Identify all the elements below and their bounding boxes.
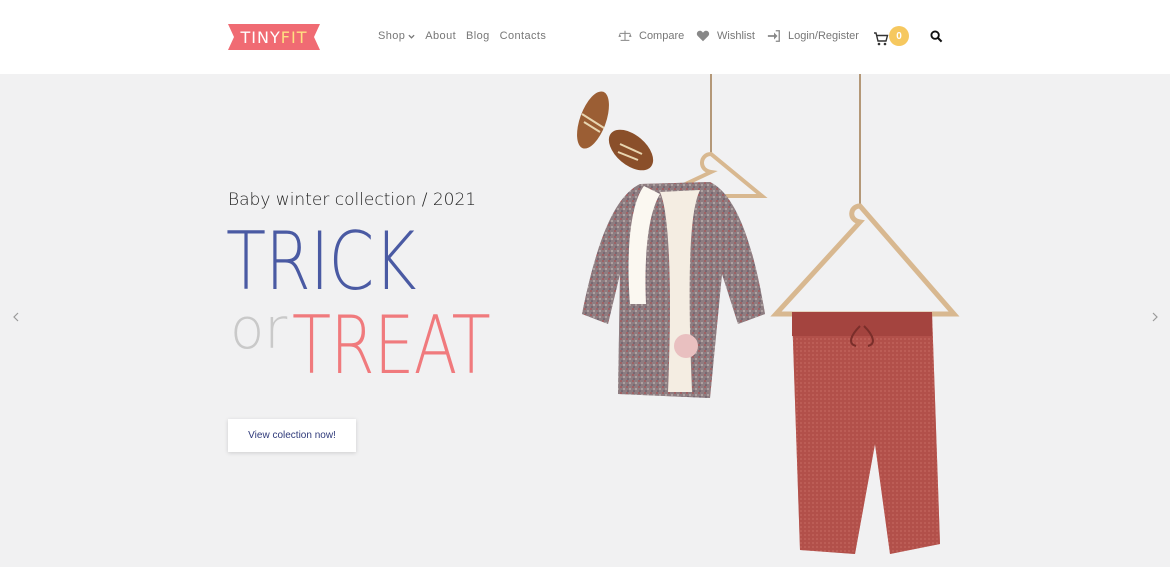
chevron-left-icon[interactable] [10, 310, 22, 324]
login-icon [767, 30, 780, 42]
hero-slider: Baby winter collection / 2021 TRICK or T… [0, 74, 1170, 567]
nav-item-blog-label: Blog [466, 30, 490, 42]
wishlist-link[interactable]: Wishlist [696, 29, 755, 43]
logo[interactable]: TINY FIT [228, 24, 320, 50]
logo-text-part1: TINY [240, 27, 281, 47]
cart-icon [874, 32, 889, 46]
compare-label: Compare [639, 30, 685, 42]
heart-icon [696, 30, 710, 42]
view-collection-button[interactable]: View colection now! [228, 419, 356, 452]
compare-link[interactable]: Compare [618, 29, 684, 43]
logo-text-part2: FIT [280, 27, 308, 47]
cart-count-badge: 0 [889, 26, 909, 46]
hero-headline-trick: TRICK [226, 215, 417, 308]
search-icon[interactable] [930, 30, 943, 43]
login-link[interactable]: Login/Register [767, 29, 859, 43]
hero-headline-treat: TREAT [292, 299, 491, 392]
compare-icon [618, 30, 632, 41]
hero-clothing-image [577, 74, 960, 554]
logo-text: TINY FIT [228, 24, 320, 50]
chevron-down-icon [408, 34, 415, 39]
nav-item-blog[interactable]: Blog [466, 30, 490, 42]
nav-item-about-label: About [425, 30, 457, 42]
wishlist-label: Wishlist [717, 30, 755, 42]
site-header: TINY FIT Shop About Blog Contacts Compare… [0, 0, 1170, 74]
baby-shoes-illustration [577, 91, 654, 171]
nav-item-contacts-label: Contacts [499, 30, 547, 42]
nav-item-shop-label: Shop [378, 30, 406, 42]
nav-item-shop[interactable]: Shop [378, 30, 415, 42]
knit-pants-illustration [792, 312, 940, 554]
hero-subtitle: Baby winter collection / 2021 [228, 190, 477, 210]
jacket-illustration [582, 182, 765, 398]
nav-item-contacts[interactable]: Contacts [500, 30, 547, 42]
chevron-right-icon[interactable] [1149, 310, 1161, 324]
main-nav: Shop About Blog Contacts [378, 30, 546, 42]
hero-headline-or: or [230, 297, 288, 362]
login-label: Login/Register [788, 30, 859, 42]
nav-item-about[interactable]: About [425, 30, 456, 42]
